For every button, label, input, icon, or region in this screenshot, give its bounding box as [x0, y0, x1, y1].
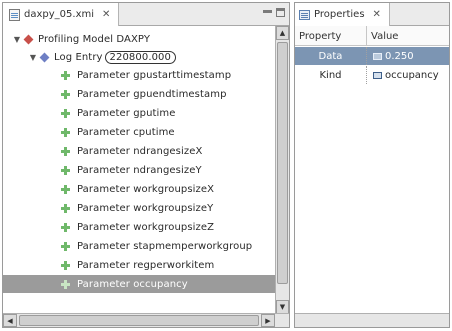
tree-item-parameter[interactable]: Parameter workgroupsizeX — [3, 180, 277, 198]
tree-item-label: Parameter gpuendtimestamp — [77, 88, 227, 100]
editor-tab-label: daxpy_05.xmi — [24, 9, 94, 20]
horizontal-scroll-thumb[interactable] — [19, 315, 259, 326]
value-type-icon — [373, 71, 382, 79]
tree-item-parameter[interactable]: Parameter cputime — [3, 123, 277, 141]
property-value-text: 0.250 — [385, 50, 414, 62]
tree-item-label: Parameter stapmemperworkgroup — [77, 240, 253, 252]
tree-item-label: Log Entry — [54, 51, 103, 63]
model-editor-pane: daxpy_05.xmi ✕ ▼ Profiling Model DAXPY ▼… — [2, 2, 290, 328]
property-value[interactable]: occupancy — [367, 66, 439, 84]
property-value[interactable]: 0.250 — [367, 47, 414, 65]
view-controls — [263, 8, 285, 19]
properties-horizontal-scrollbar[interactable] — [295, 313, 449, 327]
parameter-icon — [61, 165, 70, 175]
tree-item-parameter[interactable]: Parameter gputime — [3, 104, 277, 122]
maximize-icon[interactable] — [276, 8, 285, 17]
tree-item-label: Parameter gpustarttimestamp — [77, 69, 232, 81]
parameter-icon — [61, 146, 70, 156]
log-entry-value: 220800.000 — [104, 50, 176, 64]
scroll-left-button[interactable]: ◀ — [3, 314, 17, 327]
profiling-model-icon — [23, 34, 34, 44]
tree-item-label: Parameter gputime — [77, 107, 176, 119]
tree-item-parameter[interactable]: Parameter gpustarttimestamp — [3, 66, 277, 84]
close-icon[interactable]: ✕ — [373, 9, 381, 20]
parameter-icon — [61, 203, 70, 213]
tree-item-label: Parameter regperworkitem — [77, 259, 215, 271]
property-name: Data — [295, 47, 367, 65]
horizontal-scrollbar[interactable]: ◀ ▶ — [3, 313, 289, 327]
tree-item-parameter[interactable]: Parameter ndrangesizeX — [3, 142, 277, 160]
parameter-icon — [61, 108, 70, 118]
tree-item-root[interactable]: ▼ Profiling Model DAXPY — [3, 30, 277, 48]
tree-item-label: Parameter ndrangesizeY — [77, 164, 202, 176]
parameter-icon — [61, 184, 70, 194]
properties-table-header: Property Value — [295, 26, 449, 46]
close-icon[interactable]: ✕ — [102, 9, 110, 20]
vertical-scrollbar[interactable]: ▲ ▼ — [275, 26, 289, 314]
value-type-icon — [373, 52, 382, 60]
properties-tab[interactable]: Properties ✕ — [295, 3, 390, 26]
xmi-file-icon — [9, 8, 20, 21]
parameter-icon — [61, 222, 70, 232]
tree-item-label: Parameter ndrangesizeX — [77, 145, 203, 157]
property-value-text: occupancy — [385, 69, 439, 81]
tree-item-parameter[interactable]: Parameter stapmemperworkgroup — [3, 237, 277, 255]
tree-item-parameter[interactable]: Parameter workgroupsizeY — [3, 199, 277, 217]
column-header-property[interactable]: Property — [295, 26, 367, 46]
tree-item-label: Profiling Model DAXPY — [38, 33, 151, 45]
chevron-down-icon[interactable]: ▼ — [13, 35, 21, 44]
minimize-icon[interactable] — [263, 10, 272, 19]
tree-item-parameter[interactable]: Parameter ndrangesizeY — [3, 161, 277, 179]
tree-item-parameter[interactable]: Parameter regperworkitem — [3, 256, 277, 274]
vertical-scroll-thumb[interactable] — [277, 42, 288, 284]
properties-icon — [299, 9, 310, 20]
parameter-icon — [61, 241, 70, 251]
tree-item-label: Parameter workgroupsizeZ — [77, 221, 215, 233]
tree-item-label: Parameter cputime — [77, 126, 175, 138]
scroll-up-button[interactable]: ▲ — [276, 26, 289, 40]
property-row[interactable]: Data 0.250 — [295, 47, 449, 65]
property-name: Kind — [295, 66, 367, 84]
properties-tab-label: Properties — [314, 9, 365, 20]
tree-item-parameter[interactable]: Parameter gpuendtimestamp — [3, 85, 277, 103]
scroll-down-button[interactable]: ▼ — [276, 300, 289, 314]
property-row[interactable]: Kind occupancy — [295, 66, 449, 84]
log-entry-icon — [39, 52, 50, 62]
tree-item-log-entry[interactable]: ▼ Log Entry 220800.000 — [3, 48, 277, 66]
parameter-icon — [61, 260, 70, 270]
tree-item-label: Parameter occupancy — [77, 278, 188, 290]
tree-item-parameter[interactable]: Parameter workgroupsizeZ — [3, 218, 277, 236]
editor-tab[interactable]: daxpy_05.xmi ✕ — [3, 3, 120, 26]
model-tree: ▼ Profiling Model DAXPY ▼ Log Entry 2208… — [3, 26, 277, 314]
column-header-value[interactable]: Value — [367, 26, 398, 46]
parameter-icon — [61, 279, 70, 289]
properties-tabbar: Properties ✕ — [295, 3, 449, 26]
properties-view: Properties ✕ Property Value Data 0.250 Kin… — [294, 2, 450, 328]
chevron-down-icon[interactable]: ▼ — [29, 53, 37, 62]
parameter-icon — [61, 89, 70, 99]
tree-item-parameter[interactable]: Parameter occupancy — [3, 275, 277, 293]
editor-tabbar: daxpy_05.xmi ✕ — [3, 3, 289, 26]
tree-item-label: Parameter workgroupsizeX — [77, 183, 215, 195]
tree-item-label: Parameter workgroupsizeY — [77, 202, 214, 214]
parameter-icon — [61, 127, 70, 137]
parameter-icon — [61, 70, 70, 80]
scroll-right-button[interactable]: ▶ — [261, 314, 275, 327]
